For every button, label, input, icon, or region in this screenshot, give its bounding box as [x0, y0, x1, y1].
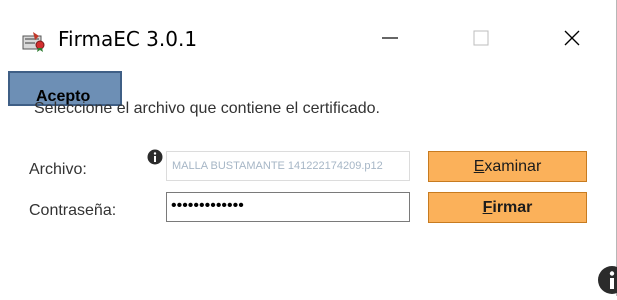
info-icon[interactable] [147, 149, 163, 165]
close-icon [562, 28, 582, 53]
maximize-button[interactable] [458, 20, 504, 60]
maximize-icon [471, 28, 491, 53]
title-bar[interactable]: FirmaEC 3.0.1 [0, 0, 616, 70]
window-title: FirmaEC 3.0.1 [58, 27, 198, 51]
browse-button-mnemonic: E [473, 157, 485, 175]
file-path-field[interactable]: MALLA BUSTAMANTE 141222174209.p12 [166, 151, 410, 181]
close-button[interactable] [549, 20, 595, 60]
sign-button[interactable]: Firmar [428, 192, 587, 223]
file-label: Archivo: [29, 161, 87, 178]
info-icon-large[interactable] [597, 265, 617, 295]
sign-button-label: irmar [492, 198, 533, 216]
password-field[interactable]: ••••••••••••• [166, 192, 410, 222]
password-label: Contraseña: [29, 202, 117, 219]
accept-button-label[interactable]: Acepto [36, 88, 90, 106]
app-certificate-icon [22, 30, 46, 52]
firmaec-window: FirmaEC 3.0.1 Seleccione el archivo que … [0, 0, 617, 296]
minimize-button[interactable] [367, 20, 413, 60]
content-panel: Seleccione el archivo que contiene el ce… [0, 70, 617, 296]
browse-button[interactable]: Examinar [428, 151, 587, 182]
sign-button-mnemonic: F [482, 198, 493, 216]
minimize-icon [380, 28, 400, 53]
browse-button-label: xaminar [484, 157, 542, 175]
